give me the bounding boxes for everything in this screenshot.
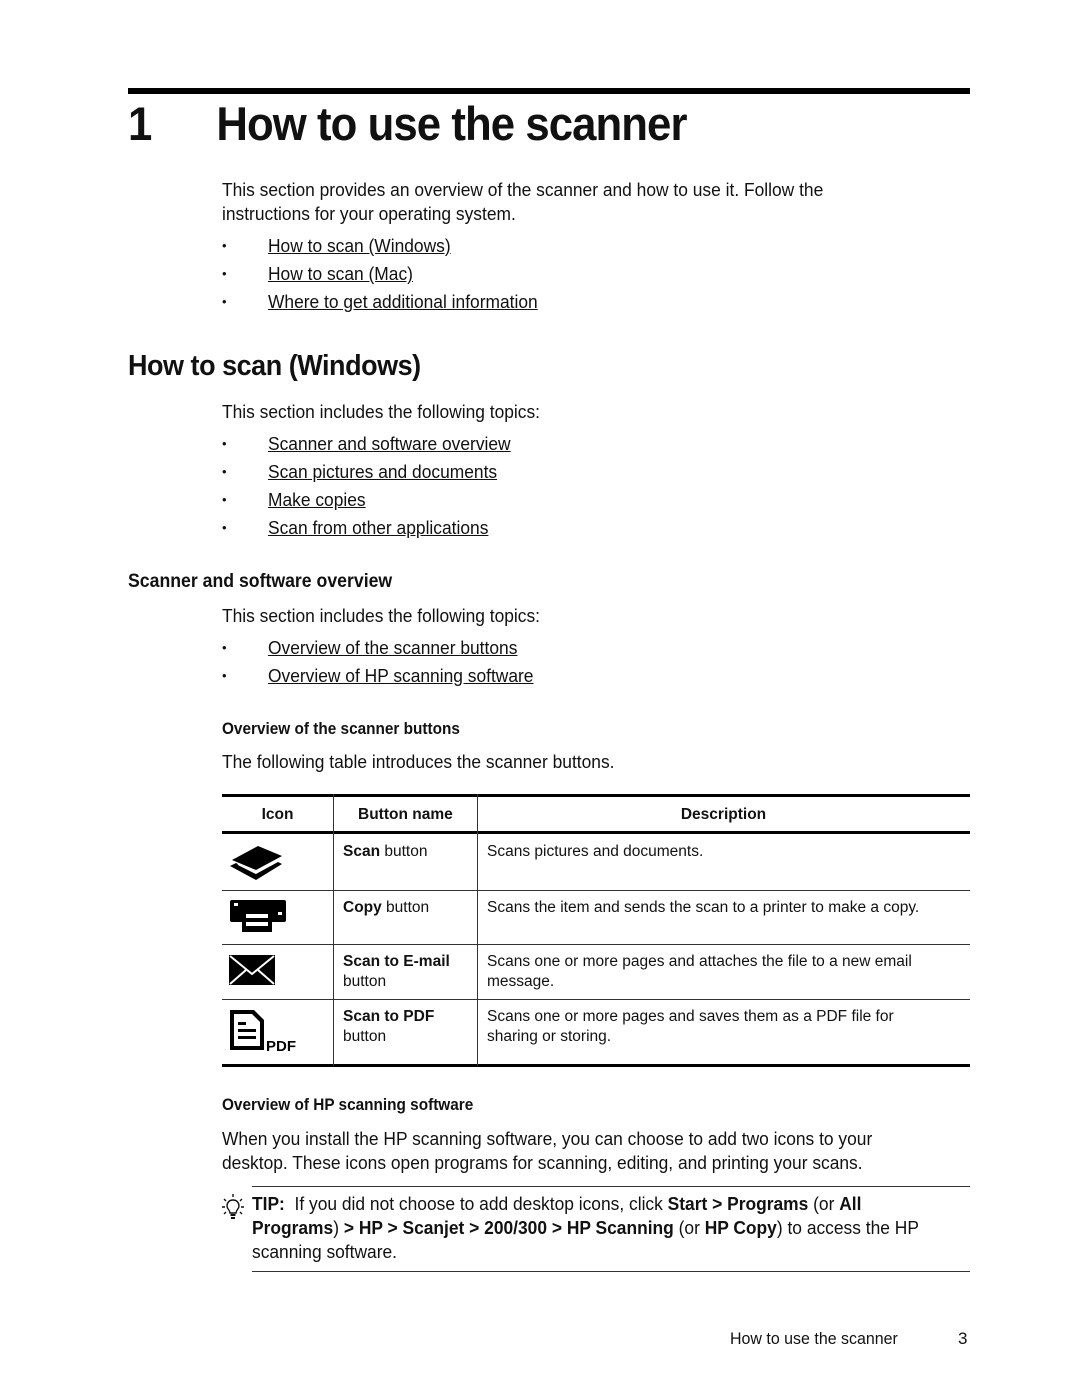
tip-bottom-rule [252, 1271, 970, 1272]
table-header-button-name: Button name [358, 806, 453, 823]
bullet: • [222, 640, 227, 655]
tip-label: TIP: [252, 1193, 285, 1214]
chapter-intro-line: instructions for your operating system. [222, 203, 516, 224]
list-item: • How to scan (Mac) [222, 262, 922, 290]
list-item: • Overview of the scanner buttons [222, 636, 922, 664]
tip-line: Programs) > HP > Scanjet > 200/300 > HP … [252, 1217, 919, 1238]
lightbulb-icon [222, 1194, 244, 1225]
bullet: • [222, 668, 227, 683]
bullet: • [222, 436, 227, 451]
bullet: • [222, 266, 227, 281]
chapter-intro: This section provides an overview of the… [222, 178, 823, 226]
tip-top-rule [252, 1186, 970, 1187]
section-windows-intro: This section includes the following topi… [222, 401, 541, 422]
list-item: • How to scan (Windows) [222, 234, 922, 262]
table-header-description: Description [680, 806, 767, 823]
link-scan-from-other-apps[interactable]: Scan from other applications [268, 516, 488, 540]
button-name-cell: Scan to PDF button [343, 1008, 435, 1045]
link-scan-pictures-documents[interactable]: Scan pictures and documents [268, 460, 497, 484]
description-cell: Scans the item and sends the scan to a p… [487, 899, 920, 916]
footer-page-number: 3 [958, 1329, 968, 1348]
bullet: • [222, 464, 227, 479]
chapter-top-rule [128, 88, 970, 94]
chapter-link-list: • How to scan (Windows) • How to scan (Mac… [222, 234, 922, 318]
list-item: • Scanner and software overview [222, 432, 922, 460]
table-row-divider [222, 999, 970, 1000]
table-header-icon: Icon [261, 806, 294, 823]
chapter-intro-line: This section provides an overview of the… [222, 179, 824, 200]
pdf-document-icon: PDF [228, 1008, 308, 1059]
table-header-rule [222, 831, 970, 834]
description-cell: Scans one or more pages and saves them a… [487, 1008, 894, 1045]
table-row-divider [222, 890, 970, 891]
buttons-overview-intro: The following table introduces the scann… [222, 751, 615, 772]
table-row-divider [222, 944, 970, 945]
chapter-number: 1 [128, 97, 152, 150]
description-cell: Scans one or more pages and attaches the… [487, 953, 912, 990]
link-scanner-software-overview[interactable]: Scanner and software overview [268, 432, 511, 456]
tip-text: TIP: If you did not choose to add deskto… [252, 1192, 929, 1264]
list-item: • Make copies [222, 488, 922, 516]
paragraph-line: When you install the HP scanning softwar… [222, 1128, 873, 1149]
paragraph-line: desktop. These icons open programs for s… [222, 1152, 863, 1173]
software-overview-paragraph: When you install the HP scanning softwar… [222, 1127, 872, 1175]
list-item: • Scan pictures and documents [222, 460, 922, 488]
section-heading-windows: How to scan (Windows) [128, 350, 421, 382]
bullet: • [222, 294, 227, 309]
scanner-buttons-table: Icon Button name Description Scan button… [222, 794, 970, 1069]
list-item: • Overview of HP scanning software [222, 664, 922, 692]
overview-link-list: • Overview of the scanner buttons • Overvi… [222, 636, 922, 692]
chapter-title-text: How to use the scanner [216, 97, 687, 150]
software-overview-heading: Overview of HP scanning software [222, 1096, 474, 1114]
link-how-to-scan-windows[interactable]: How to scan (Windows) [268, 234, 451, 258]
footer-chapter-title: How to use the scanner [730, 1329, 898, 1348]
button-name-cell: Copy button [343, 899, 430, 916]
envelope-email-icon [228, 954, 276, 991]
description-cell: Scans pictures and documents. [487, 843, 704, 860]
bullet: • [222, 520, 227, 535]
bullet: • [222, 492, 227, 507]
link-additional-information[interactable]: Where to get additional information [268, 290, 538, 314]
windows-link-list: • Scanner and software overview • Scan pic… [222, 432, 922, 544]
tip-line: scanning software. [252, 1241, 398, 1262]
link-overview-scanner-buttons[interactable]: Overview of the scanner buttons [268, 636, 517, 660]
printer-copy-icon [228, 898, 288, 939]
buttons-overview-heading: Overview of the scanner buttons [222, 720, 460, 738]
button-name-cell: Scan to E-mail button [343, 953, 450, 990]
link-how-to-scan-mac[interactable]: How to scan (Mac) [268, 262, 413, 286]
table-column-divider [333, 794, 334, 1066]
list-item: • Where to get additional information [222, 290, 922, 318]
button-name-cell: Scan button [343, 843, 428, 860]
scanner-flatbed-icon [228, 842, 284, 887]
bullet: • [222, 238, 227, 253]
link-overview-hp-software[interactable]: Overview of HP scanning software [268, 664, 533, 688]
list-item: • Scan from other applications [222, 516, 922, 544]
table-bottom-rule [222, 1064, 970, 1067]
pdf-icon-label: PDF [266, 1038, 296, 1054]
table-column-divider [477, 794, 478, 1066]
subsection-overview-intro: This section includes the following topi… [222, 605, 541, 626]
link-make-copies[interactable]: Make copies [268, 488, 366, 512]
tip-line: TIP: If you did not choose to add deskto… [252, 1193, 862, 1214]
subsection-heading-overview: Scanner and software overview [128, 571, 393, 592]
table-top-rule [222, 794, 970, 797]
chapter-title: 1 How to use the scanner [128, 96, 687, 151]
